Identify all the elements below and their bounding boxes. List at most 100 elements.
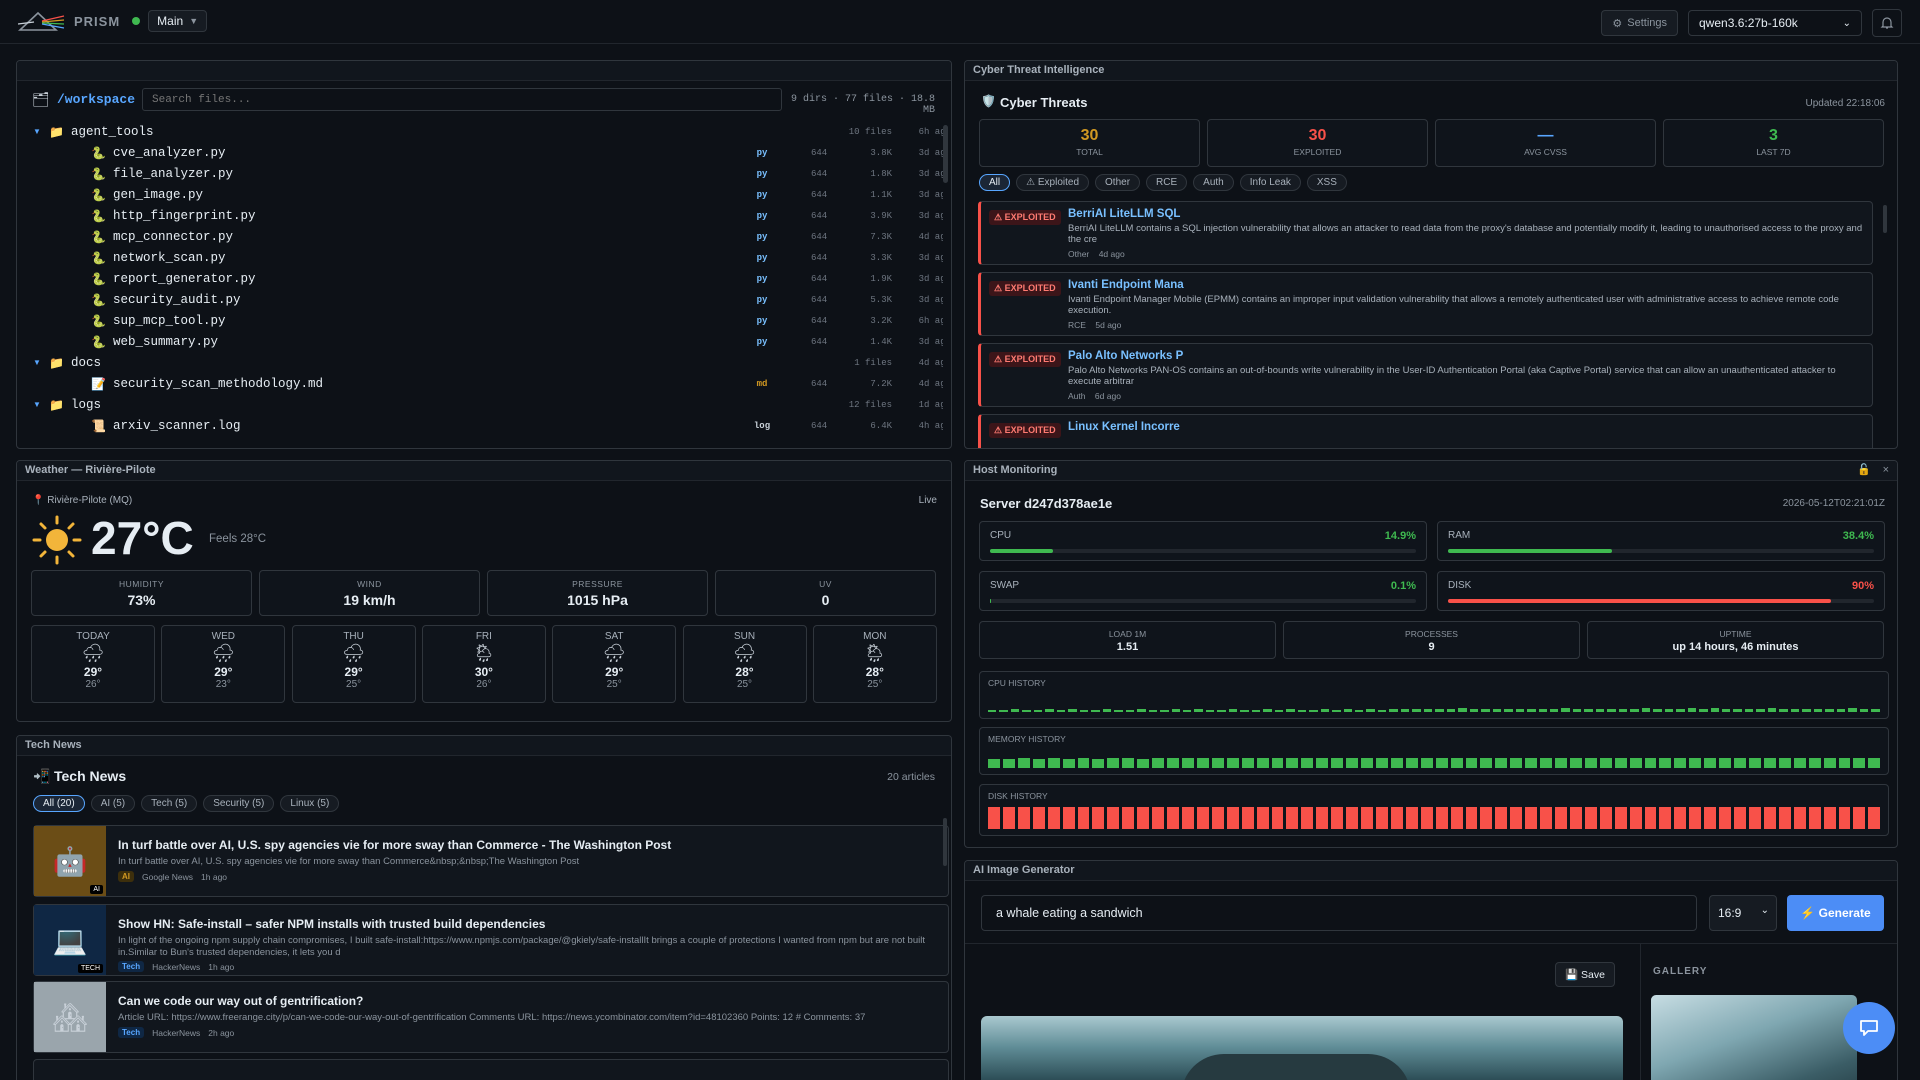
- threat-title[interactable]: Palo Alto Networks P: [1068, 350, 1183, 362]
- memory-history-chart: MEMORY HISTORY: [979, 727, 1889, 775]
- scrollbar[interactable]: [943, 125, 948, 183]
- day-high: 29°: [605, 665, 624, 679]
- news-title[interactable]: In turf battle over AI, U.S. spy agencie…: [118, 838, 671, 852]
- file-row[interactable]: 🐍 network_scan.py py 644 3.3K 3d ago: [17, 247, 943, 268]
- threat-card[interactable]: ⚠ EXPLOITED BerriAI LiteLLM SQL BerriAI Li…: [978, 201, 1873, 265]
- notifications-button[interactable]: [1872, 9, 1902, 37]
- branch-selector[interactable]: Main ▼: [148, 10, 208, 32]
- threat-filter-pill[interactable]: XSS: [1306, 174, 1347, 191]
- weather-stat: PRESSURE 1015 hPa: [487, 570, 708, 616]
- news-filter-pill[interactable]: AI (5): [90, 795, 136, 812]
- news-title[interactable]: Show HN: Safe-install – safer NPM instal…: [118, 917, 545, 931]
- file-row[interactable]: 🐍 security_audit.py py 644 5.3K 3d ago: [17, 289, 943, 310]
- history-bar: [1719, 758, 1732, 768]
- news-thumbnail: 🏘: [34, 982, 106, 1052]
- file-row[interactable]: 🐍 web_summary.py py 644 1.4K 3d ago: [17, 331, 943, 352]
- threat-filter-pill[interactable]: Auth: [1193, 174, 1234, 191]
- house-icon: 🏘: [52, 1001, 88, 1033]
- prompt-input[interactable]: a whale eating a sandwich: [981, 895, 1697, 931]
- threat-title[interactable]: Linux Kernel Incorre: [1068, 421, 1180, 433]
- file-row[interactable]: 📜 arxiv_scanner.log log 644 6.4K 4h ago: [17, 415, 943, 436]
- threat-filter-pill[interactable]: All: [979, 174, 1011, 191]
- threat-filter-pill[interactable]: Info Leak: [1239, 174, 1301, 191]
- threat-card[interactable]: ⚠ EXPLOITED Palo Alto Networks P Palo Alto…: [978, 343, 1873, 407]
- item-name: security_scan_methodology.md: [113, 376, 324, 391]
- folder-row[interactable]: ▼ 📁 logs 12 files 1d ago: [17, 394, 943, 415]
- news-tag: AI: [118, 871, 134, 882]
- threat-title[interactable]: Ivanti Endpoint Mana: [1068, 279, 1184, 291]
- news-filter-pill[interactable]: Linux (5): [280, 795, 340, 812]
- threat-filter-pill[interactable]: Other: [1095, 174, 1141, 191]
- news-card[interactable]: 💻 TECH Show HN: Safe-install – safer NPM i…: [33, 904, 949, 976]
- history-bar: [1492, 709, 1502, 712]
- threat-card[interactable]: ⚠ EXPLOITED Ivanti Endpoint Mana Ivanti En…: [978, 272, 1873, 336]
- chevron-down-icon[interactable]: ▼: [33, 127, 41, 136]
- lock-icon[interactable]: 🔓: [1857, 463, 1871, 476]
- save-button[interactable]: 💾 Save: [1555, 962, 1615, 987]
- settings-button[interactable]: ⚙ Settings: [1601, 10, 1678, 36]
- scrollbar[interactable]: [1883, 205, 1887, 233]
- sun-cloud-rain-icon: 🌦: [863, 643, 887, 663]
- gallery-thumbnail[interactable]: [1651, 995, 1857, 1080]
- news-filter-pill[interactable]: All (20): [33, 795, 85, 812]
- meter-label: DISK: [1448, 580, 1472, 591]
- file-row[interactable]: 🐍 http_fingerprint.py py 644 3.9K 3d ago: [17, 205, 943, 226]
- chevron-down-icon[interactable]: ▼: [33, 400, 41, 409]
- file-row[interactable]: 🐍 sup_mcp_tool.py py 644 3.2K 6h ago: [17, 310, 943, 331]
- history-bar: [1167, 807, 1179, 829]
- generated-image[interactable]: [981, 1016, 1623, 1080]
- scrollbar[interactable]: [943, 818, 947, 866]
- file-row[interactable]: 🐍 cve_analyzer.py py 644 3.8K 3d ago: [17, 142, 943, 163]
- current-temperature: 27°C: [91, 512, 194, 564]
- threat-description: Palo Alto Networks PAN-OS contains an ou…: [1068, 365, 1836, 387]
- item-name: sup_mcp_tool.py: [113, 313, 226, 328]
- news-card[interactable]: 🏘 Can we code our way out of gentrificati…: [33, 981, 949, 1053]
- close-icon[interactable]: ×: [1883, 464, 1889, 476]
- stat-label: EXPLOITED: [1293, 147, 1342, 157]
- generate-button[interactable]: ⚡ Generate: [1787, 895, 1884, 931]
- file-row[interactable]: 🐍 gen_image.py py 644 1.1K 3d ago: [17, 184, 943, 205]
- news-card[interactable]: [33, 1059, 949, 1080]
- file-size: 7.3K: [870, 231, 892, 242]
- robot-icon: 🤖: [52, 845, 88, 877]
- history-bar: [1137, 758, 1150, 768]
- stat-value: —: [1537, 127, 1554, 144]
- file-row[interactable]: 📝 security_scan_methodology.md md 644 7.2K 4d…: [17, 373, 943, 394]
- history-bar: [1630, 708, 1639, 712]
- chat-icon: [1860, 1020, 1878, 1036]
- meter-track: [990, 549, 1416, 553]
- model-select[interactable]: qwen3.6:27b-160k ⌄: [1688, 10, 1862, 36]
- history-bar: [1435, 807, 1448, 829]
- history-bar: [1241, 758, 1254, 768]
- history-bar: [1251, 709, 1261, 712]
- news-filter-pill[interactable]: Security (5): [203, 795, 275, 812]
- aspect-ratio-select[interactable]: 16:9 ⌄: [1709, 895, 1777, 931]
- threat-filter-pill[interactable]: RCE: [1146, 174, 1188, 191]
- history-bar: [1423, 709, 1433, 712]
- stat-value: 30: [1308, 127, 1327, 144]
- forecast-day: THU 🌧 29° 25°: [291, 625, 416, 703]
- weather-stat-value: 1015 hPa: [567, 592, 628, 608]
- file-ext: py: [756, 168, 768, 179]
- folder-row[interactable]: ▼ 📁 docs 1 files 4d ago: [17, 352, 943, 373]
- file-row[interactable]: 🐍 report_generator.py py 644 1.9K 3d ago: [17, 268, 943, 289]
- news-card[interactable]: 🤖 AI In turf battle over AI, U.S. spy agen…: [33, 825, 949, 897]
- workspace-path[interactable]: /workspace: [57, 92, 135, 107]
- file-age: 1d ago: [918, 399, 943, 410]
- file-row[interactable]: 🐍 file_analyzer.py py 644 1.8K 3d ago: [17, 163, 943, 184]
- file-row[interactable]: 🐍 mcp_connector.py py 644 7.3K 4d ago: [17, 226, 943, 247]
- folder-row[interactable]: ▼ 📁 agent_tools 10 files 6h ago: [17, 121, 943, 142]
- prompt-text: a whale eating a sandwich: [996, 906, 1143, 920]
- history-bar: [1515, 709, 1525, 712]
- news-source: HackerNews: [152, 1027, 201, 1038]
- news-icon: 📲: [33, 768, 51, 784]
- file-search-input[interactable]: [142, 88, 782, 111]
- chat-button[interactable]: [1843, 1002, 1895, 1054]
- threat-card[interactable]: ⚠ EXPLOITED Linux Kernel Incorre: [978, 414, 1873, 448]
- history-bar: [1125, 709, 1135, 712]
- threat-filter-pill[interactable]: ⚠ Exploited: [1016, 174, 1090, 191]
- news-filter-pill[interactable]: Tech (5): [141, 795, 198, 812]
- chevron-down-icon[interactable]: ▼: [33, 358, 41, 367]
- threat-title[interactable]: BerriAI LiteLLM SQL: [1068, 208, 1180, 220]
- news-title[interactable]: Can we code our way out of gentrificatio…: [118, 994, 363, 1008]
